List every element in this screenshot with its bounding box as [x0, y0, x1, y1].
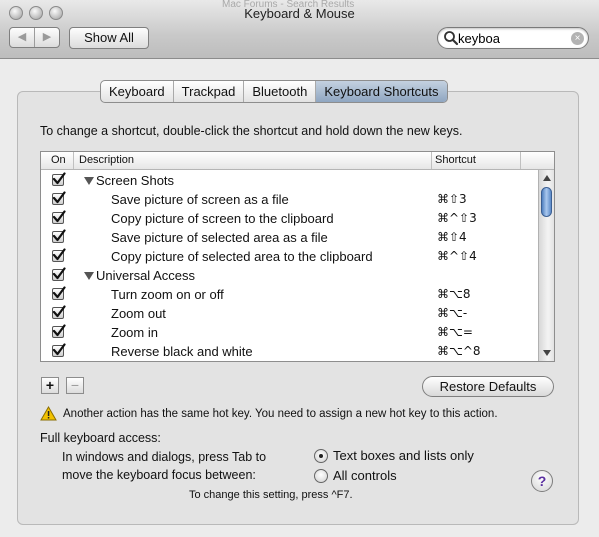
- table-row[interactable]: Copy picture of selected area to the cli…: [41, 247, 538, 266]
- checkmark-icon: [52, 286, 66, 299]
- description-line: move the keyboard focus between:: [62, 468, 256, 482]
- checkmark-icon: [52, 324, 66, 337]
- enable-checkbox[interactable]: [52, 191, 66, 205]
- scroll-thumb[interactable]: [541, 187, 552, 217]
- radio-label: All controls: [333, 468, 397, 483]
- enable-checkbox[interactable]: [52, 324, 66, 338]
- column-header-on[interactable]: On: [51, 154, 66, 166]
- checkmark-icon: [52, 172, 66, 185]
- table-row[interactable]: Reverse black and white ⌘⌥^8: [41, 342, 538, 361]
- tab-keyboard-shortcuts[interactable]: Keyboard Shortcuts: [316, 81, 447, 102]
- column-header-description[interactable]: Description: [79, 154, 134, 166]
- search-field-container: ×: [437, 27, 589, 49]
- search-input[interactable]: [458, 29, 568, 47]
- shortcut-keys[interactable]: ⌘⌥=: [437, 325, 473, 339]
- forward-button[interactable]: ▶: [34, 28, 59, 47]
- disclosure-triangle-icon[interactable]: [84, 177, 94, 185]
- table-row[interactable]: Save picture of selected area as a file ⌘…: [41, 228, 538, 247]
- show-all-button[interactable]: Show All: [69, 27, 149, 49]
- shortcut-description: Copy picture of selected area to the cli…: [111, 249, 373, 264]
- table-header: On Description Shortcut: [41, 152, 554, 170]
- clear-search-button[interactable]: ×: [571, 32, 584, 45]
- remove-shortcut-button[interactable]: −: [66, 377, 84, 394]
- enable-checkbox[interactable]: [52, 172, 66, 186]
- preferences-window: Mac Forums - Search Results Keyboard & M…: [0, 0, 599, 537]
- scroll-up-arrow[interactable]: [543, 175, 551, 181]
- column-header-shortcut[interactable]: Shortcut: [435, 154, 476, 166]
- disclosure-triangle-icon[interactable]: [84, 272, 94, 280]
- enable-checkbox[interactable]: [52, 343, 66, 357]
- back-forward-control: ◀ ▶: [9, 27, 60, 48]
- shortcut-description: Reverse black and white: [111, 344, 253, 359]
- keyboard-access-hint: To change this setting, press ^F7.: [189, 489, 353, 501]
- shortcut-description: Universal Access: [96, 268, 195, 283]
- column-divider: [431, 152, 432, 169]
- table-row[interactable]: Zoom out ⌘⌥-: [41, 304, 538, 323]
- shortcut-description: Save picture of screen as a file: [111, 192, 289, 207]
- table-row[interactable]: Copy picture of screen to the clipboard ⌘…: [41, 209, 538, 228]
- checkmark-icon: [52, 343, 66, 356]
- instructions-text: To change a shortcut, double-click the s…: [40, 124, 463, 138]
- add-shortcut-button[interactable]: +: [41, 377, 59, 394]
- scroll-down-arrow[interactable]: [543, 350, 551, 356]
- tab-bar: Keyboard Trackpad Bluetooth Keyboard Sho…: [100, 80, 448, 103]
- table-row[interactable]: Save picture of screen as a file ⌘⇧3: [41, 190, 538, 209]
- radio-label: Text boxes and lists only: [333, 448, 474, 463]
- shortcuts-table: On Description Shortcut Screen Shots Save…: [40, 151, 555, 362]
- column-divider: [73, 152, 74, 169]
- shortcut-keys[interactable]: ⌘⇧3: [437, 192, 467, 206]
- shortcut-keys[interactable]: ⌘^⇧3: [437, 211, 477, 225]
- shortcut-description: Save picture of selected area as a file: [111, 230, 328, 245]
- checkmark-icon: [52, 229, 66, 242]
- tab-keyboard[interactable]: Keyboard: [101, 81, 174, 102]
- vertical-scrollbar[interactable]: [538, 170, 554, 361]
- shortcut-keys[interactable]: ⌘⇧4: [437, 230, 467, 244]
- checkmark-icon: [52, 248, 66, 261]
- checkmark-icon: [52, 191, 66, 204]
- shortcut-keys[interactable]: ⌘⌥-: [437, 306, 467, 320]
- description-line: In windows and dialogs, press Tab to: [62, 450, 267, 464]
- tab-bluetooth[interactable]: Bluetooth: [244, 81, 317, 102]
- back-button[interactable]: ◀: [10, 28, 34, 47]
- enable-checkbox[interactable]: [52, 305, 66, 319]
- shortcut-keys[interactable]: ⌘^⇧4: [437, 249, 477, 263]
- shortcut-description: Copy picture of screen to the clipboard: [111, 211, 334, 226]
- radio-button[interactable]: [314, 469, 328, 483]
- enable-checkbox[interactable]: [52, 248, 66, 262]
- checkmark-icon: [52, 305, 66, 318]
- checkmark-icon: [52, 210, 66, 223]
- restore-defaults-button[interactable]: Restore Defaults: [422, 376, 554, 397]
- column-divider: [520, 152, 521, 169]
- full-keyboard-access-label: Full keyboard access:: [40, 431, 161, 445]
- help-button[interactable]: ?: [531, 470, 553, 492]
- shortcut-keys[interactable]: ⌘⌥8: [437, 287, 470, 301]
- shortcut-description: Zoom in: [111, 325, 158, 340]
- table-row[interactable]: Turn zoom on or off ⌘⌥8: [41, 285, 538, 304]
- radio-button-selected[interactable]: [314, 449, 328, 463]
- enable-checkbox[interactable]: [52, 267, 66, 281]
- enable-checkbox[interactable]: [52, 229, 66, 243]
- enable-checkbox[interactable]: [52, 286, 66, 300]
- shortcut-description: Screen Shots: [96, 173, 175, 188]
- tab-trackpad[interactable]: Trackpad: [174, 81, 245, 102]
- table-group-row[interactable]: Universal Access: [41, 266, 538, 285]
- table-row[interactable]: Zoom in ⌘⌥=: [41, 323, 538, 342]
- table-group-row[interactable]: Screen Shots: [41, 171, 538, 190]
- shortcut-keys[interactable]: ⌘⌥^8: [437, 344, 481, 358]
- checkmark-icon: [52, 267, 66, 280]
- warning-message: Another action has the same hot key. You…: [63, 408, 498, 420]
- search-icon: [444, 31, 459, 46]
- full-keyboard-access-description: In windows and dialogs, press Tab to mov…: [62, 448, 266, 484]
- shortcut-description: Zoom out: [111, 306, 166, 321]
- shortcut-description: Turn zoom on or off: [111, 287, 224, 302]
- enable-checkbox[interactable]: [52, 210, 66, 224]
- window-title: Keyboard & Mouse: [244, 6, 355, 21]
- title-bar: Mac Forums - Search Results Keyboard & M…: [0, 0, 599, 59]
- warning-icon: [40, 406, 57, 421]
